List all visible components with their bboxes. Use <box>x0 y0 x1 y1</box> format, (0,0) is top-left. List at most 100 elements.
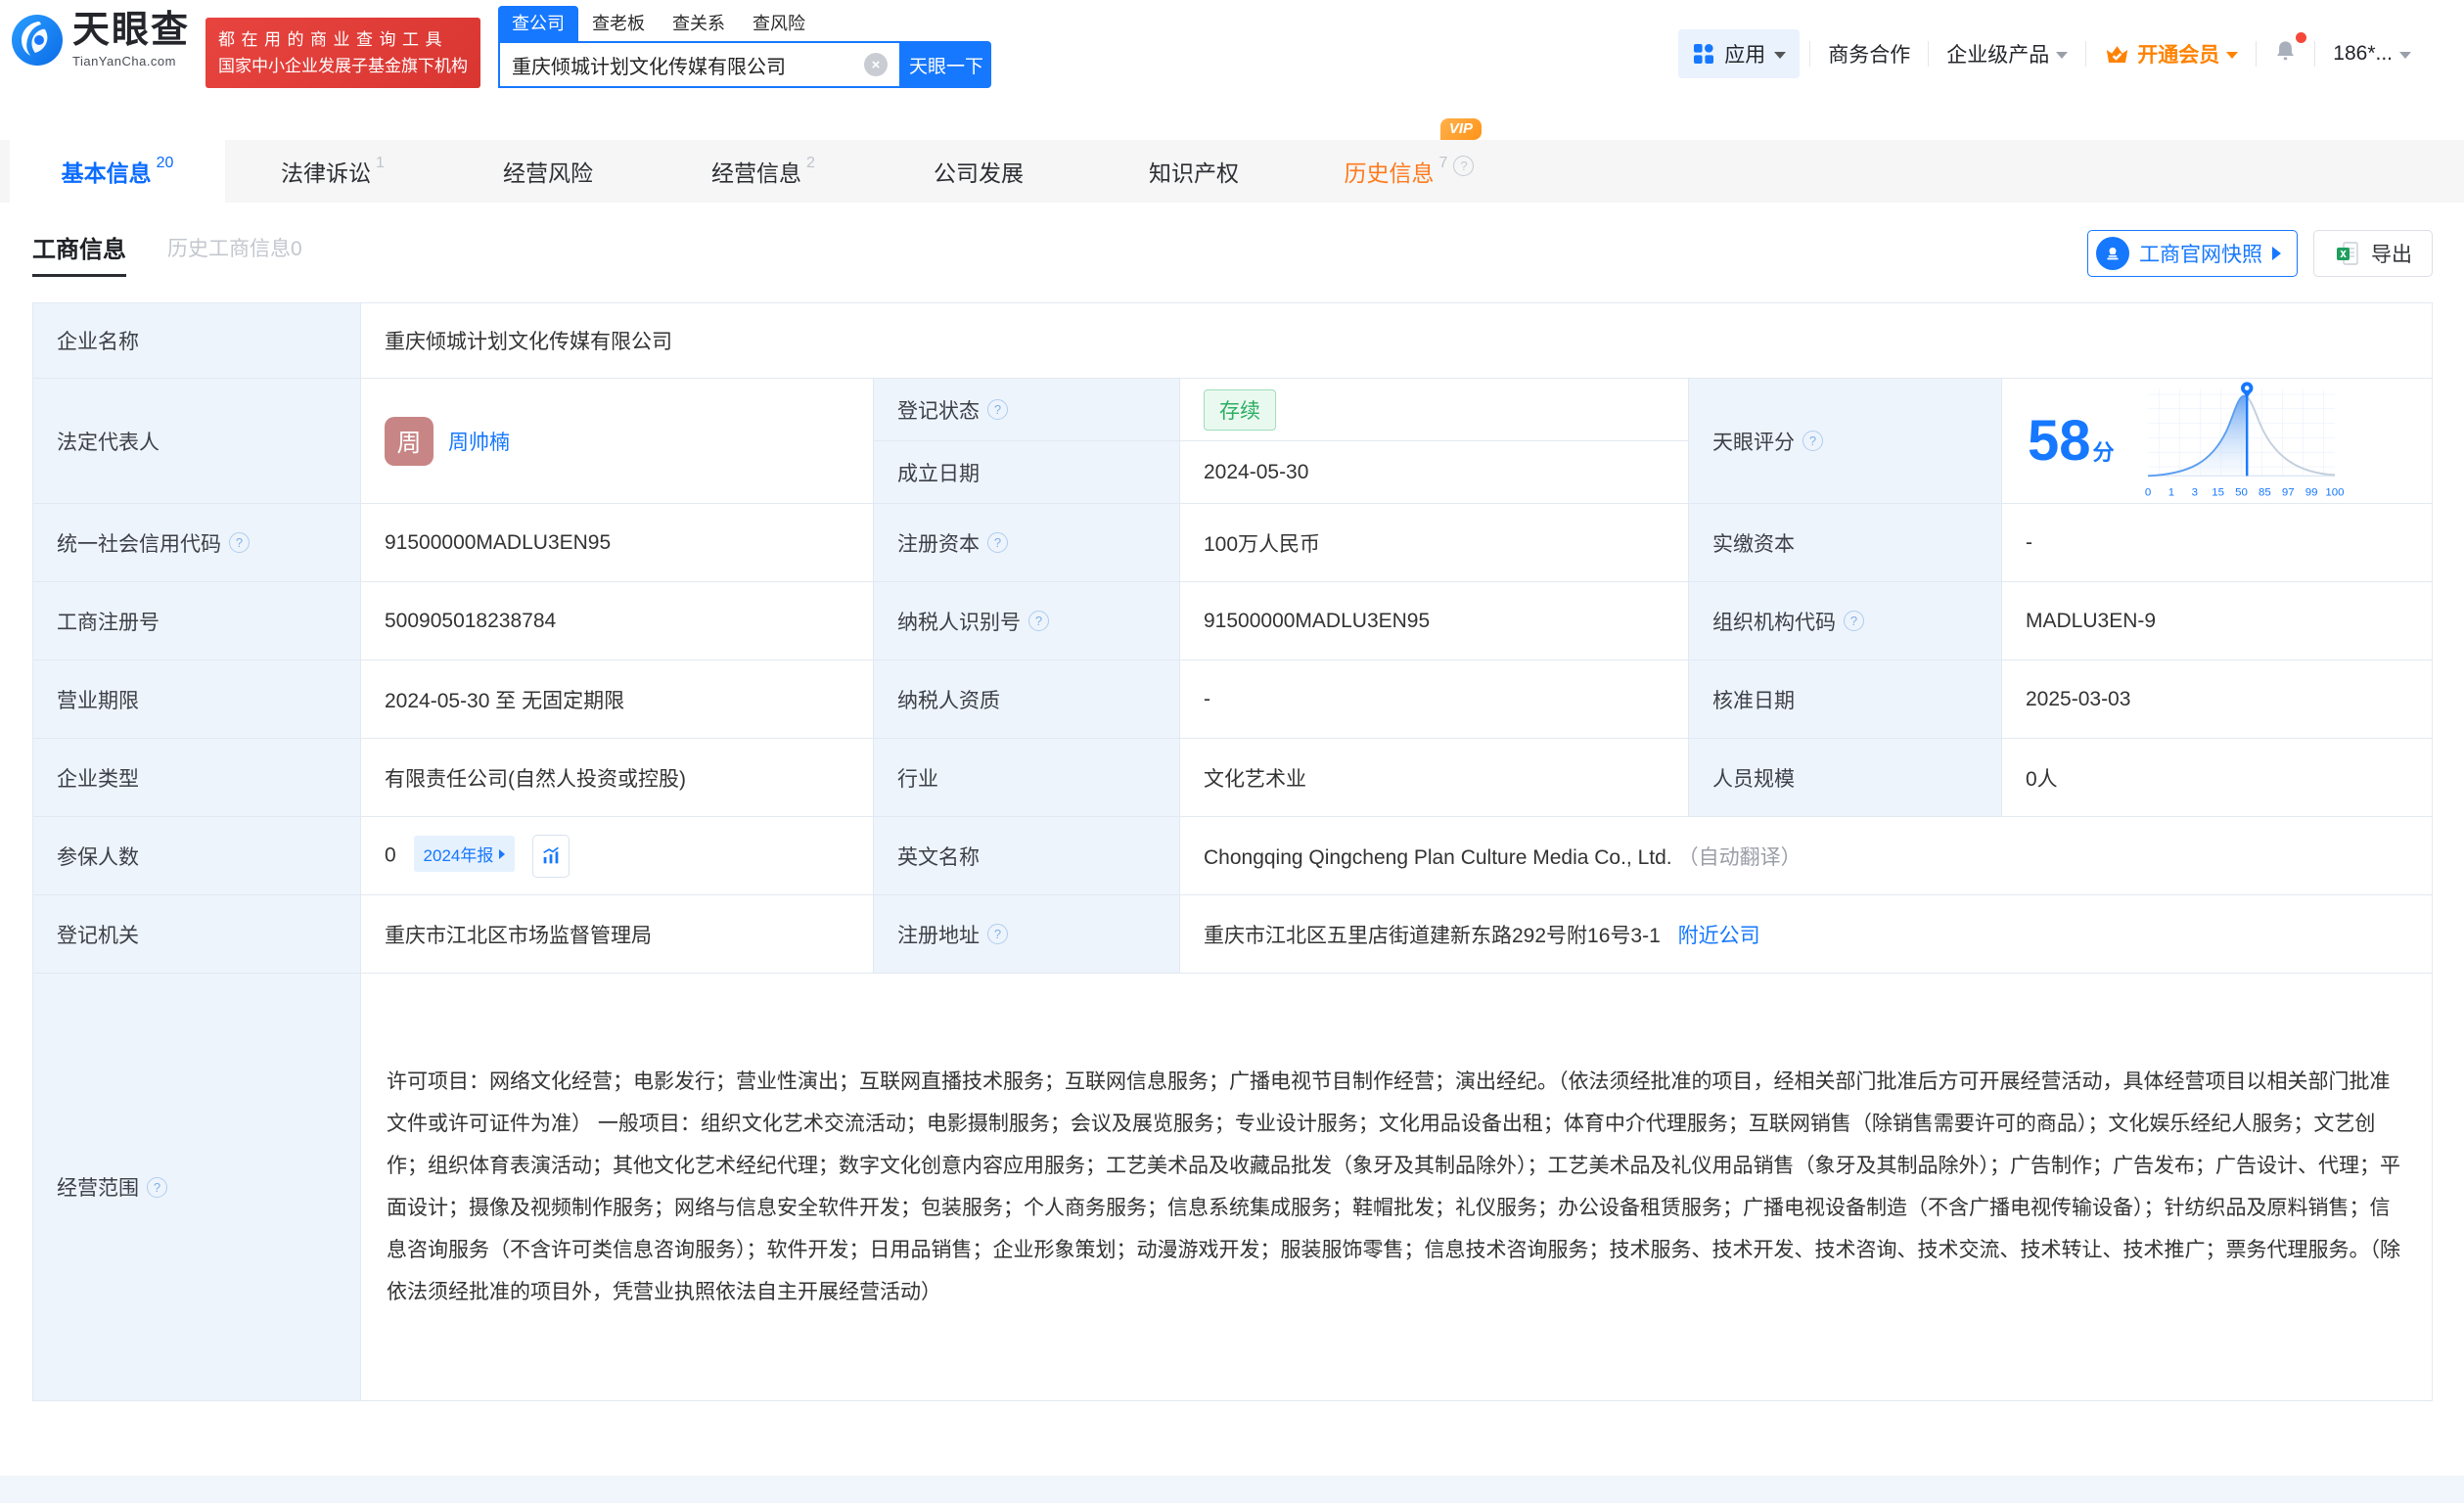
legal-rep-link[interactable]: 周帅楠 <box>448 427 510 456</box>
english-name-label: 英文名称 <box>874 817 1180 895</box>
english-name-cell: Chongqing Qingcheng Plan Culture Media C… <box>1180 817 2433 895</box>
nav-enterprise-products[interactable]: 企业级产品 <box>1929 39 2085 68</box>
nav-business-cooperation[interactable]: 商务合作 <box>1810 39 1928 68</box>
tab-label: 经营信息 <box>711 155 801 188</box>
help-icon[interactable]: ? <box>229 532 250 553</box>
avatar[interactable]: 周 <box>385 417 433 466</box>
svg-text:0: 0 <box>2144 486 2150 498</box>
nav-open-vip[interactable]: 开通会员 <box>2086 39 2256 68</box>
svg-text:50: 50 <box>2235 486 2248 498</box>
table-row: 经营范围? 许可项目：网络文化经营；电影发行；营业性演出；互联网直播技术服务；互… <box>33 974 2433 1401</box>
svg-text:15: 15 <box>2212 486 2224 498</box>
help-icon[interactable]: ? <box>987 532 1008 553</box>
table-row: 营业期限 2024-05-30 至 无固定期限 纳税人资质 - 核准日期 202… <box>33 660 2433 739</box>
help-icon[interactable]: ? <box>147 1177 167 1198</box>
reg-authority-label: 登记机关 <box>33 895 361 974</box>
business-scope-value: 许可项目：网络文化经营；电影发行；营业性演出；互联网直播技术服务；互联网信息服务… <box>361 974 2433 1401</box>
tab-label: 公司发展 <box>934 155 1024 188</box>
search-tab-company[interactable]: 查公司 <box>498 6 578 41</box>
reg-capital-value: 100万人民币 <box>1180 504 1689 582</box>
english-name-value: Chongqing Qingcheng Plan Culture Media C… <box>1204 846 1672 869</box>
taxpayer-id-value: 91500000MADLU3EN95 <box>1180 582 1689 660</box>
company-type-label: 企业类型 <box>33 739 361 817</box>
help-icon[interactable]: ? <box>987 399 1008 420</box>
score-distribution-chart: 0 1 3 15 50 85 97 99 100 <box>2136 380 2347 503</box>
tab-operation-info[interactable]: 经营信息 2 <box>656 140 871 203</box>
help-icon[interactable]: ? <box>987 924 1008 944</box>
establish-date-label: 成立日期 <box>874 441 1180 504</box>
tab-legal-proceedings[interactable]: 法律诉讼 1 <box>225 140 440 203</box>
tab-count: 20 <box>157 155 174 172</box>
reg-authority-value: 重庆市江北区市场监督管理局 <box>361 895 874 974</box>
company-name-label: 企业名称 <box>33 303 361 379</box>
tab-count: 2 <box>806 155 815 172</box>
tab-basic-info[interactable]: 基本信息 20 <box>10 140 225 203</box>
export-label: 导出 <box>2371 239 2412 268</box>
tab-label: 历史信息 <box>1345 155 1435 188</box>
official-snapshot-button[interactable]: 工商官网快照 <box>2087 230 2298 277</box>
tab-label: 经营风险 <box>503 155 593 188</box>
help-icon[interactable]: ? <box>1802 431 1823 451</box>
bell-icon <box>2272 38 2299 65</box>
subtab-history-business-info[interactable]: 历史工商信息0 <box>167 233 302 275</box>
tab-company-development[interactable]: 公司发展 <box>871 140 1086 203</box>
tab-label: 基本信息 <box>62 155 152 188</box>
credit-code-label: 统一社会信用代码? <box>33 504 361 582</box>
top-header: 天眼查 TianYanCha.com 都在用的商业查询工具 国家中小企业发展子基… <box>0 0 2464 94</box>
help-icon[interactable]: ? <box>1453 156 1474 176</box>
nearby-companies-link[interactable]: 附近公司 <box>1678 925 1760 947</box>
apps-label: 应用 <box>1724 39 1765 68</box>
help-icon[interactable]: ? <box>1844 611 1864 631</box>
reg-capital-label: 注册资本? <box>874 504 1180 582</box>
top-nav: 应用 商务合作 企业级产品 开通会员 <box>1678 29 2429 78</box>
clear-icon[interactable]: × <box>864 53 888 76</box>
reg-number-value: 500905018238784 <box>361 582 874 660</box>
establish-date-value: 2024-05-30 <box>1180 441 1689 504</box>
industry-value: 文化艺术业 <box>1180 739 1689 817</box>
help-icon[interactable]: ? <box>1028 611 1049 631</box>
search-tab-risk[interactable]: 查风险 <box>739 6 819 41</box>
status-badge: 存续 <box>1204 389 1276 431</box>
score-value: 58分 <box>2028 413 2115 470</box>
tab-history-info[interactable]: VIP 历史信息 7 ? <box>1301 140 1517 203</box>
notification-dot <box>2296 32 2306 43</box>
subtab-business-info[interactable]: 工商信息 <box>32 230 126 277</box>
svg-text:97: 97 <box>2281 486 2294 498</box>
search-tab-boss[interactable]: 查老板 <box>578 6 659 41</box>
reg-number-label: 工商注册号 <box>33 582 361 660</box>
search-area: 查公司 查老板 查关系 查风险 × 天眼一下 <box>498 6 991 88</box>
business-scope-label: 经营范围? <box>33 974 361 1401</box>
svg-text:99: 99 <box>2304 486 2317 498</box>
credit-code-value: 91500000MADLU3EN95 <box>361 504 874 582</box>
arrow-right-icon <box>2272 247 2281 260</box>
chevron-down-icon <box>1774 52 1786 59</box>
taxpayer-quality-label: 纳税人资质 <box>874 660 1180 739</box>
tab-label: 知识产权 <box>1149 155 1239 188</box>
insured-trend-button[interactable] <box>532 835 570 878</box>
company-name-value: 重庆倾城计划文化传媒有限公司 <box>361 303 2433 379</box>
chevron-down-icon <box>2226 52 2238 59</box>
search-button[interactable]: 天眼一下 <box>901 41 991 88</box>
arrow-right-icon <box>499 849 505 859</box>
account-menu[interactable]: 186*... <box>2315 42 2429 66</box>
search-tab-relation[interactable]: 查关系 <box>659 6 739 41</box>
business-info-table: 企业名称 重庆倾城计划文化传媒有限公司 法定代表人 周 周帅楠 登记状态? 存续… <box>32 302 2433 1401</box>
reg-address-label: 注册地址? <box>874 895 1180 974</box>
business-term-value: 2024-05-30 至 无固定期限 <box>361 660 874 739</box>
legal-rep-label: 法定代表人 <box>33 379 361 504</box>
search-tabs: 查公司 查老板 查关系 查风险 <box>498 6 991 41</box>
apps-grid-icon <box>1692 42 1715 66</box>
export-button[interactable]: 导出 <box>2313 230 2433 277</box>
tab-operation-risk[interactable]: 经营风险 <box>440 140 656 203</box>
search-input[interactable] <box>512 54 864 76</box>
company-type-value: 有限责任公司(自然人投资或控股) <box>361 739 874 817</box>
insured-count-label: 参保人数 <box>33 817 361 895</box>
apps-menu[interactable]: 应用 <box>1678 29 1800 78</box>
annual-report-badge[interactable]: 2024年报 <box>414 836 516 872</box>
tab-intellectual-property[interactable]: 知识产权 <box>1086 140 1301 203</box>
insured-count-value: 0 <box>385 843 396 866</box>
stamp-icon <box>2096 237 2129 270</box>
svg-text:3: 3 <box>2191 486 2197 498</box>
tianyancha-logo[interactable]: 天眼查 TianYanCha.com <box>10 12 190 68</box>
notification-bell[interactable] <box>2257 38 2314 69</box>
